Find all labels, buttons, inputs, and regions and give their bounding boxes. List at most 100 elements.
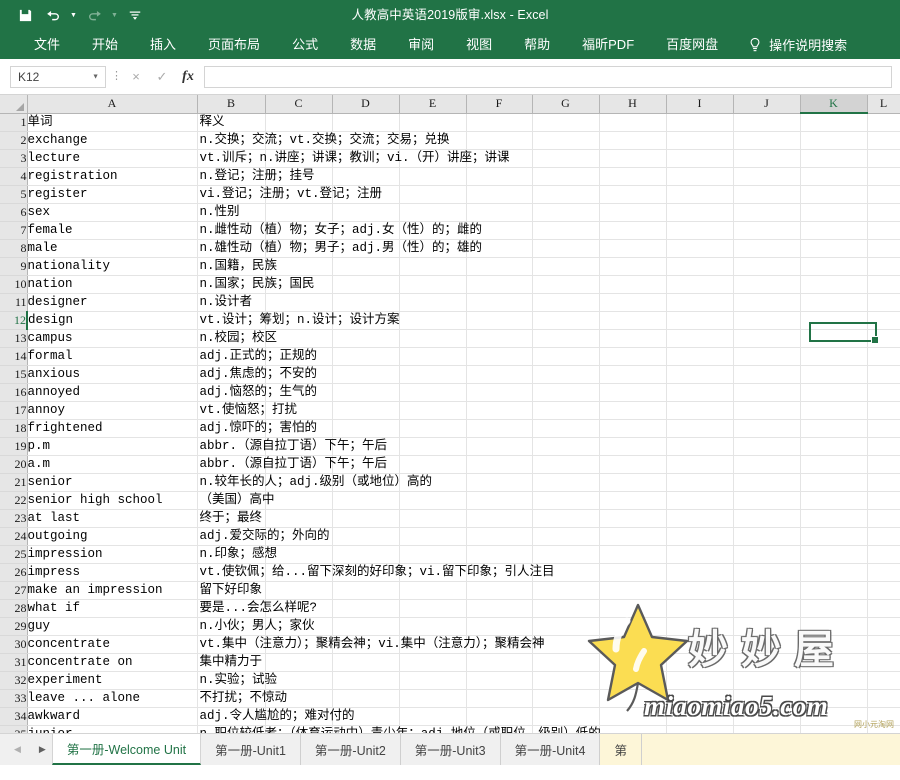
cell-L17[interactable] <box>867 401 900 419</box>
cell-G27[interactable] <box>532 581 599 599</box>
cell-I3[interactable] <box>666 149 733 167</box>
cell-C23[interactable] <box>265 509 332 527</box>
cell-L18[interactable] <box>867 419 900 437</box>
cell-L34[interactable] <box>867 707 900 725</box>
cancel-icon[interactable]: × <box>123 66 149 88</box>
row-header-32[interactable]: 32 <box>0 671 27 689</box>
cell-L10[interactable] <box>867 275 900 293</box>
row-header-34[interactable]: 34 <box>0 707 27 725</box>
cell-J4[interactable] <box>733 167 800 185</box>
cell-B30[interactable]: vt.集中（注意力）；聚精会神；vi.集中（注意力）；聚精会神 <box>197 635 265 653</box>
cell-J3[interactable] <box>733 149 800 167</box>
cell-J6[interactable] <box>733 203 800 221</box>
cell-K29[interactable] <box>800 617 867 635</box>
cell-H22[interactable] <box>599 491 666 509</box>
row-header-6[interactable]: 6 <box>0 203 27 221</box>
cell-H19[interactable] <box>599 437 666 455</box>
spreadsheet-grid[interactable]: A B C D E F G H I J K L 1单词释义2exchangen.… <box>0 95 900 733</box>
cell-J10[interactable] <box>733 275 800 293</box>
row-header-10[interactable]: 10 <box>0 275 27 293</box>
cell-L20[interactable] <box>867 455 900 473</box>
ribbon-tab-formulas[interactable]: 公式 <box>276 30 334 59</box>
cell-D10[interactable] <box>332 275 399 293</box>
cell-G33[interactable] <box>532 689 599 707</box>
save-icon[interactable] <box>12 3 38 27</box>
row-header-23[interactable]: 23 <box>0 509 27 527</box>
ribbon-tab-review[interactable]: 审阅 <box>392 30 450 59</box>
cell-E19[interactable] <box>399 437 466 455</box>
sheet-tab-unit2[interactable]: 第一册-Unit2 <box>301 734 401 765</box>
cell-H17[interactable] <box>599 401 666 419</box>
cell-F29[interactable] <box>466 617 532 635</box>
cell-G24[interactable] <box>532 527 599 545</box>
cell-A26[interactable]: impress <box>27 563 197 581</box>
cell-J25[interactable] <box>733 545 800 563</box>
cell-H15[interactable] <box>599 365 666 383</box>
cell-I18[interactable] <box>666 419 733 437</box>
cell-G15[interactable] <box>532 365 599 383</box>
row-header-2[interactable]: 2 <box>0 131 27 149</box>
cell-G12[interactable] <box>532 311 599 329</box>
cell-J33[interactable] <box>733 689 800 707</box>
cell-I16[interactable] <box>666 383 733 401</box>
cell-J13[interactable] <box>733 329 800 347</box>
cell-D29[interactable] <box>332 617 399 635</box>
cell-A8[interactable]: male <box>27 239 197 257</box>
cell-I19[interactable] <box>666 437 733 455</box>
cell-F24[interactable] <box>466 527 532 545</box>
cell-I6[interactable] <box>666 203 733 221</box>
cell-G1[interactable] <box>532 113 599 131</box>
cell-E29[interactable] <box>399 617 466 635</box>
cell-K20[interactable] <box>800 455 867 473</box>
cell-J17[interactable] <box>733 401 800 419</box>
cell-D4[interactable] <box>332 167 399 185</box>
cell-D9[interactable] <box>332 257 399 275</box>
cell-B26[interactable]: vt.使钦佩；给...留下深刻的好印象；vi.留下印象；引人注目 <box>197 563 265 581</box>
cell-L25[interactable] <box>867 545 900 563</box>
cell-J27[interactable] <box>733 581 800 599</box>
confirm-icon[interactable]: ✓ <box>149 66 175 88</box>
column-header-j[interactable]: J <box>733 95 800 113</box>
cell-J32[interactable] <box>733 671 800 689</box>
cell-G25[interactable] <box>532 545 599 563</box>
ribbon-tab-data[interactable]: 数据 <box>334 30 392 59</box>
cell-C11[interactable] <box>265 293 332 311</box>
cell-G18[interactable] <box>532 419 599 437</box>
cell-A33[interactable]: leave ... alone <box>27 689 197 707</box>
cell-K32[interactable] <box>800 671 867 689</box>
cell-D1[interactable] <box>332 113 399 131</box>
nav-prev-icon[interactable]: ◀ <box>14 745 21 754</box>
cell-I1[interactable] <box>666 113 733 131</box>
cell-A30[interactable]: concentrate <box>27 635 197 653</box>
row-header-1[interactable]: 1 <box>0 113 27 131</box>
cell-K21[interactable] <box>800 473 867 491</box>
cell-H27[interactable] <box>599 581 666 599</box>
cell-F17[interactable] <box>466 401 532 419</box>
cell-E4[interactable] <box>399 167 466 185</box>
row-header-12[interactable]: 12 <box>0 311 27 329</box>
cell-A31[interactable]: concentrate on <box>27 653 197 671</box>
cell-I27[interactable] <box>666 581 733 599</box>
cell-J19[interactable] <box>733 437 800 455</box>
cell-F1[interactable] <box>466 113 532 131</box>
cell-A13[interactable]: campus <box>27 329 197 347</box>
cell-F18[interactable] <box>466 419 532 437</box>
cell-H2[interactable] <box>599 131 666 149</box>
cell-G7[interactable] <box>532 221 599 239</box>
cell-B34[interactable]: adj.令人尴尬的；难对付的 <box>197 707 265 725</box>
cell-E13[interactable] <box>399 329 466 347</box>
cell-J1[interactable] <box>733 113 800 131</box>
cell-I29[interactable] <box>666 617 733 635</box>
cell-A5[interactable]: register <box>27 185 197 203</box>
cell-E22[interactable] <box>399 491 466 509</box>
cell-B11[interactable]: n.设计者 <box>197 293 265 311</box>
cell-H25[interactable] <box>599 545 666 563</box>
cell-F9[interactable] <box>466 257 532 275</box>
cell-B16[interactable]: adj.恼怒的；生气的 <box>197 383 265 401</box>
cell-K15[interactable] <box>800 365 867 383</box>
cell-K23[interactable] <box>800 509 867 527</box>
cell-K5[interactable] <box>800 185 867 203</box>
cell-F2[interactable] <box>466 131 532 149</box>
row-header-27[interactable]: 27 <box>0 581 27 599</box>
cell-A2[interactable]: exchange <box>27 131 197 149</box>
